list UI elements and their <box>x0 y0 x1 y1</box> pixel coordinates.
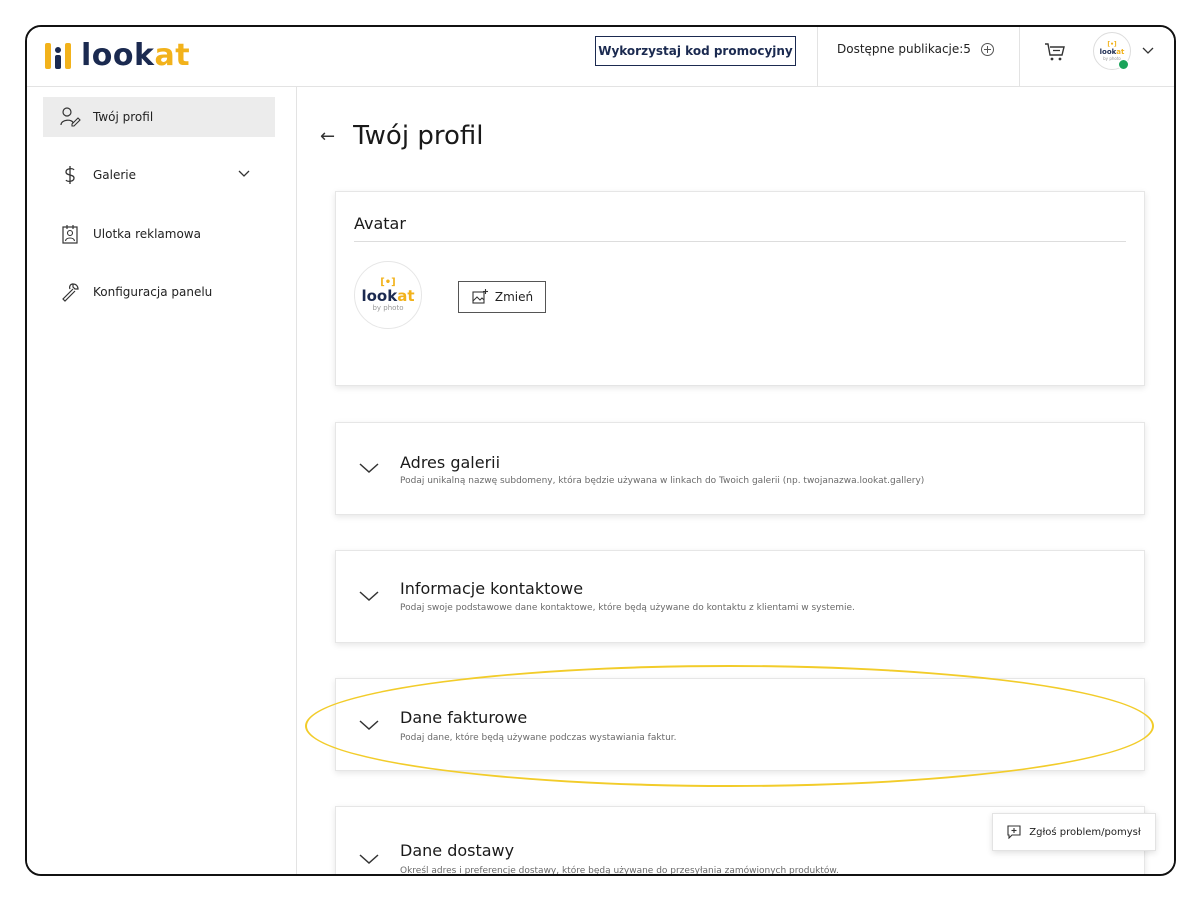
accordion-description: Podaj dane, które będą używane podczas w… <box>400 733 677 743</box>
header-divider <box>817 27 818 87</box>
accordion-title: Adres galerii <box>400 453 501 472</box>
profile-avatar-image: [•] lookat by photo <box>354 261 422 329</box>
main-content: ← Twój profil Avatar [•] lookat by photo… <box>298 87 1174 876</box>
online-status-dot <box>1118 59 1129 70</box>
page-title: ← Twój profil <box>320 121 483 151</box>
accordion-contact-info[interactable]: Informacje kontaktowe Podaj swoje podsta… <box>335 550 1145 643</box>
chevron-down-icon[interactable] <box>1141 44 1155 58</box>
profile-icon <box>60 107 81 127</box>
report-label: Zgłoś problem/pomysł <box>1029 826 1141 838</box>
accordion-billing-data[interactable]: Dane fakturowe Podaj dane, które będą uż… <box>335 678 1145 771</box>
chevron-down-icon[interactable] <box>358 852 380 866</box>
sidebar-item-label: Galerie <box>93 168 137 182</box>
image-add-icon <box>472 289 488 304</box>
feedback-plus-icon <box>1007 825 1021 839</box>
dollar-icon <box>65 166 75 184</box>
logo-mark-icon <box>45 43 71 69</box>
chevron-down-icon[interactable] <box>358 589 380 603</box>
page-title-text: Twój profil <box>353 121 484 151</box>
header-divider <box>1019 27 1020 87</box>
add-circle-icon[interactable] <box>980 42 994 56</box>
chevron-down-icon[interactable] <box>237 167 251 181</box>
accordion-title: Dane dostawy <box>400 841 515 860</box>
divider <box>354 241 1126 242</box>
change-avatar-label: Zmień <box>494 290 534 304</box>
promo-code-button[interactable]: Wykorzystaj kod promocyjny <box>595 36 796 66</box>
sidebar-item-panel-config[interactable]: Konfiguracja panelu <box>43 272 275 312</box>
chevron-down-icon[interactable] <box>358 718 380 732</box>
app-frame: lookat Wykorzystaj kod promocyjny Dostęp… <box>25 25 1176 876</box>
sidebar-item-label: Twój profil <box>93 110 154 124</box>
accordion-title: Dane fakturowe <box>400 708 528 727</box>
sidebar: Twój profil Galerie Ulotka reklamowa Kon… <box>27 87 297 874</box>
accordion-description: Określ adres i preferencje dostawy, któr… <box>400 866 839 876</box>
accordion-title: Informacje kontaktowe <box>400 579 584 598</box>
app-logo[interactable]: lookat <box>45 39 190 73</box>
avatar-card: Avatar [•] lookat by photo Zmień <box>335 191 1145 386</box>
flyer-icon <box>62 225 78 244</box>
sidebar-item-galleries[interactable]: Galerie <box>43 155 275 195</box>
sidebar-item-label: Konfiguracja panelu <box>93 285 213 299</box>
back-arrow-icon[interactable]: ← <box>320 126 335 147</box>
change-avatar-button[interactable]: Zmień <box>458 281 546 313</box>
report-problem-button[interactable]: Zgłoś problem/pomysł <box>992 813 1156 851</box>
wrench-icon <box>62 283 79 302</box>
chevron-down-icon[interactable] <box>358 461 380 475</box>
sidebar-item-label: Ulotka reklamowa <box>93 227 201 241</box>
accordion-gallery-address[interactable]: Adres galerii Podaj unikalną nazwę subdo… <box>335 422 1145 515</box>
accordion-description: Podaj unikalną nazwę subdomeny, która bę… <box>400 476 925 486</box>
cart-icon[interactable] <box>1043 40 1067 64</box>
avatar-card-title: Avatar <box>354 214 406 233</box>
sidebar-item-profile[interactable]: Twój profil <box>43 97 275 137</box>
logo-text: lookat <box>81 38 191 73</box>
available-publications[interactable]: Dostępne publikacje:5 <box>837 42 994 56</box>
publications-label: Dostępne publikacje:5 <box>837 42 971 56</box>
top-header: lookat Wykorzystaj kod promocyjny Dostęp… <box>27 27 1174 87</box>
sidebar-item-flyer[interactable]: Ulotka reklamowa <box>43 214 275 254</box>
accordion-description: Podaj swoje podstawowe dane kontaktowe, … <box>400 603 855 613</box>
